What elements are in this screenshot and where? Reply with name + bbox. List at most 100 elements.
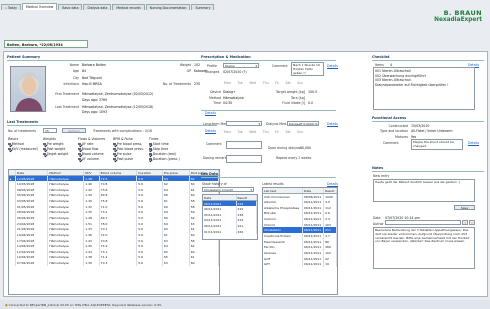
matures-label: Matures [395, 134, 408, 139]
checklist-item[interactable]: Dialyseparameter auf Richtigkeit überprü… [375, 83, 473, 88]
treatment-history: First Treatment Hämodialyse, Zentrumsdial… [50, 92, 220, 114]
filter-checkbox[interactable]: Pre blood press. [113, 142, 144, 146]
value-days-ago-last: Days ago: 1093 [82, 110, 108, 115]
profile-select[interactable]: Dialog ▾ [223, 62, 259, 68]
filter-checkbox[interactable]: Duration (real) [148, 152, 180, 156]
weekday-label[interactable]: Thu [263, 81, 269, 85]
filter-checkbox[interactable]: Duration (presc.) [148, 157, 180, 161]
table-cell: Hämodialyse [47, 260, 85, 266]
filter-group: Times Start time Stop time Duration (real) D… [148, 137, 180, 161]
target-weight-value: 100.5 [308, 90, 318, 94]
filter-checkbox[interactable]: Start time [148, 142, 180, 146]
tab-summary[interactable]: Summary [191, 4, 215, 10]
filter-checkbox[interactable]: Pre weight [43, 142, 73, 146]
access-comment-box[interactable]: Maybe the shunt should be changed. [411, 139, 463, 150]
tab-medical-overview[interactable]: Medical Overview [21, 3, 58, 10]
next-note-button[interactable]: › [469, 220, 475, 225]
prescription-comment-box[interactable]: Nach 1 Stunde 10 Tropfen Tildin geben !! [291, 62, 324, 76]
previous-note-button[interactable]: ‹ [462, 220, 468, 225]
filter-checkbox[interactable]: Stop time [148, 147, 180, 151]
weekday-label[interactable]: Mon [224, 130, 231, 134]
refresh-button[interactable]: Refresh [62, 127, 86, 133]
filter-checkbox[interactable]: Target weight [43, 152, 73, 156]
tab-dialysis-data[interactable]: Dialysis data [83, 4, 112, 10]
weekday-label[interactable]: Fri [275, 130, 279, 134]
checklist-list[interactable]: 001 Nieren-Ultraschall 002 Überwachung du… [373, 67, 475, 110]
dialysis-med-select[interactable]: Dexasaft 0,0000 (1) [287, 120, 319, 126]
weekday-label[interactable]: Sat [285, 81, 290, 85]
tara-label: Tara [kg] [290, 95, 305, 100]
profile-label: Profile [207, 64, 217, 68]
time-value: 04:30 [223, 101, 233, 106]
filter-checkbox[interactable]: Method [8, 142, 38, 146]
filter-checkbox[interactable]: Post weight [43, 147, 73, 151]
medication-details-link[interactable]: Details [327, 122, 338, 126]
tab-medical-records[interactable]: Medical records [112, 4, 145, 10]
prescription-comment-label: Comment [272, 64, 288, 68]
filter-checkbox[interactable]: Kt/V (measured) [8, 147, 38, 151]
weekday-label[interactable]: Mon [224, 81, 231, 85]
save-note-button[interactable]: Save [454, 205, 475, 210]
new-entry-textarea[interactable]: Heute geht der Patient deutlich besser a… [373, 179, 475, 202]
checkbox-icon [43, 152, 46, 156]
table-row[interactable]: 07/04/2018 Hämodialyse 1.39 70.3 5.6 63 60 [9, 260, 219, 266]
new-entry-label: New entry [373, 174, 390, 178]
lab-latest-table[interactable]: Lab test Date Result 24h Urinvolumen 08/06/… [262, 187, 338, 295]
checkbox-icon [148, 157, 152, 161]
column-filter-groups: Basics Method Kt/V (measured) Weights Pre we… [8, 137, 218, 161]
treatments-details-link[interactable]: Details [205, 129, 216, 133]
longterm-med-select[interactable]: ▾ [226, 120, 262, 126]
patient-details-link[interactable]: Details [205, 111, 216, 115]
tab-today[interactable]: ⌂ Today [1, 4, 21, 10]
weekday-label[interactable]: Thu [263, 130, 269, 134]
treatments-table[interactable]: Date Method Kt/V Blood volume Duration Pre pu… [8, 169, 220, 295]
filter-checkbox[interactable]: Blood volume [78, 152, 108, 156]
note-author-field[interactable] [385, 220, 461, 225]
lab-history-select[interactable]: Cholesterin [mg/dl] ▾ [202, 187, 254, 192]
med-comment-field[interactable] [226, 140, 262, 149]
weekday-label[interactable]: Sun [297, 81, 303, 85]
treatments-count-input[interactable]: 15 [43, 127, 57, 133]
lab-details-link[interactable]: Details [327, 182, 338, 186]
constructed-value: 15/03/2010 [411, 124, 430, 128]
weekday-row: Mon Tue Wed Thu Fri Sat Sun [224, 81, 303, 85]
table-cell: 06/11/2011 [302, 204, 325, 211]
weekday-label[interactable]: Tue [237, 130, 242, 134]
patient-name-field: Bolten, Barbara, *22/06/1934 [4, 40, 88, 48]
filter-label: Pre pulse [116, 152, 132, 156]
table-row[interactable]: GPT 06/11/2011 19 [263, 261, 337, 267]
filter-checkbox[interactable]: UF rate [78, 142, 108, 146]
weekday-label[interactable]: Tue [237, 81, 242, 85]
method-label: Method [209, 95, 221, 100]
status-icon: ● [5, 303, 8, 307]
treatments-grid: Date Method Kt/V Blood volume Duration Pre pu… [9, 170, 219, 266]
constructed-label: Constructed [388, 124, 408, 128]
checkbox-icon [78, 142, 81, 146]
table-cell: Alkalische Phosphatase [263, 204, 303, 211]
weekday-label[interactable]: Sun [297, 130, 303, 134]
weekday-label[interactable]: Wed [249, 81, 256, 85]
weekday-label[interactable]: Fri [275, 81, 279, 85]
dosing-remark-field[interactable] [226, 154, 262, 163]
main-tab-bar: ⌂ Today Medical Overview Basic data Dialy… [0, 0, 490, 10]
prescription-details-link[interactable]: Details [327, 64, 338, 68]
filter-checkbox[interactable]: UF volume [78, 157, 108, 161]
label-infections: Infections [63, 82, 79, 87]
tab-nursing-documentation[interactable]: Nursing Documentation [145, 4, 191, 10]
access-details-link[interactable]: Details [468, 141, 479, 145]
filter-checkbox[interactable]: Blood flow [78, 147, 108, 151]
chevron-left-icon: ‹ [464, 221, 466, 225]
filter-checkbox[interactable]: Post pulse [113, 157, 144, 161]
filter-checkbox[interactable]: Pre pulse [113, 152, 144, 156]
checkbox-icon [78, 157, 81, 161]
weekday-label[interactable]: Wed [249, 130, 256, 134]
table-row[interactable]: 01/11/2011 226 [203, 228, 257, 235]
table-cell: 06/11/2011 [302, 216, 325, 222]
home-icon: ⌂ [5, 5, 7, 10]
lab-history-table[interactable]: Date Result 06/11/2011 229 06/11/2011 210 05/… [202, 194, 258, 240]
lab-history-label: Show history of [202, 182, 227, 186]
filter-checkbox[interactable]: Post blood press. [113, 147, 144, 151]
weekday-label[interactable]: Sat [285, 130, 290, 134]
tab-basic-data[interactable]: Basic data [58, 4, 83, 10]
